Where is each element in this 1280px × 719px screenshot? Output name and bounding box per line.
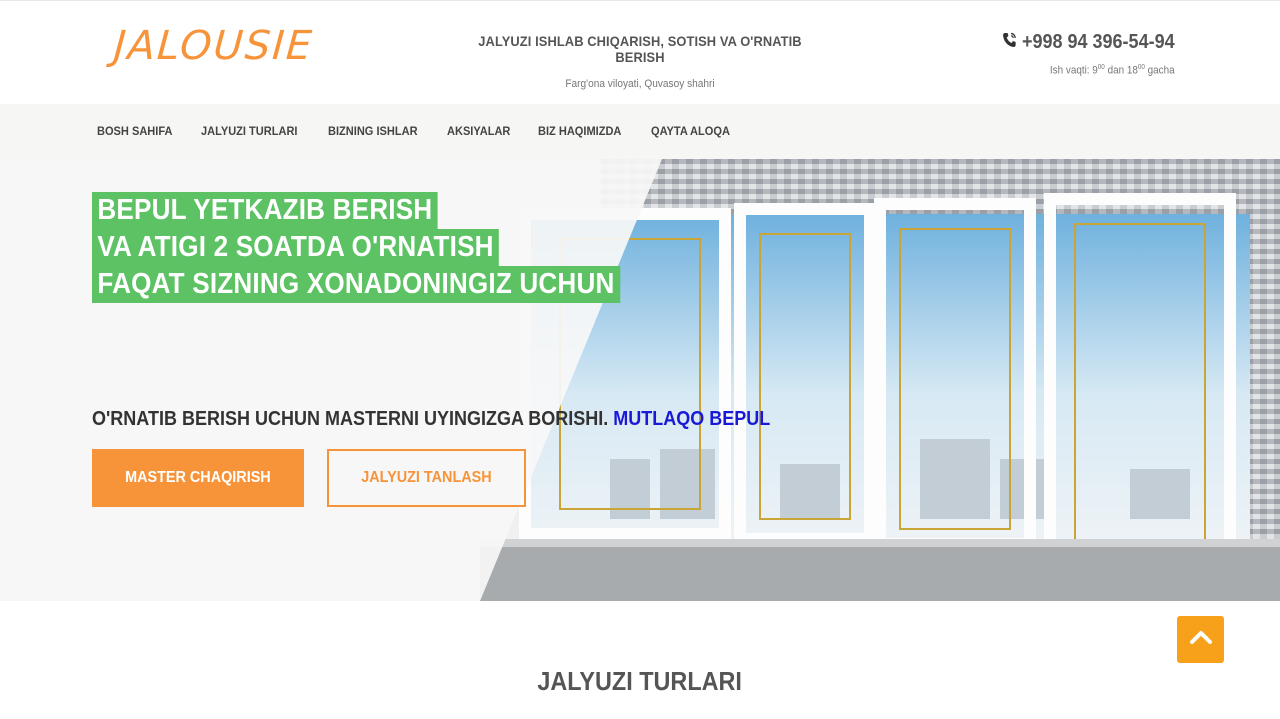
nav-item-qayta-aloqa[interactable]: QAYTA ALOQA [651,124,730,138]
nav-item-biz-haqimizda[interactable]: BIZ HAQIMIZDA [538,124,621,138]
working-hours: Ish vaqti: 900 dan 1800 gacha [1050,64,1175,77]
jalyuzi-tanlash-button[interactable]: JALYUZI TANLASH [327,449,526,507]
subline-accent: MUTLAQO BEPUL [613,408,771,430]
header-tagline: JALYUZI ISHLAB CHIQARISH, SOTISH VA O'RN… [440,33,840,90]
nav-item-jalyuzi-turlari[interactable]: JALYUZI TURLARI [201,124,298,138]
section-title-jalyuzi-turlari: JALYUZI TURLARI [537,666,743,696]
nav-item-bizning-ishlar[interactable]: BIZNING ISHLAR [328,124,418,138]
hero-banner: BEPUL YETKAZIB BERISH VA ATIGI 2 SOATDA … [0,159,1280,601]
phone-text: +998 94 396-54-94 [1022,31,1175,53]
hero-headline: BEPUL YETKAZIB BERISH VA ATIGI 2 SOATDA … [92,192,679,303]
phone-icon [1003,32,1017,53]
chevron-up-icon [1189,629,1213,650]
nav-item-bosh-sahifa[interactable]: BOSH SAHIFA [97,124,172,138]
headline-line-2: VA ATIGI 2 SOATDA O'RNATISH [92,229,500,266]
headline-line-1: BEPUL YETKAZIB BERISH [92,192,438,229]
master-chaqirish-label: MASTER CHAQIRISH [125,469,271,486]
headline-line-3: FAQAT SIZNING XONADONINGIZ UCHUN [92,266,620,303]
site-header: JALOUSIE JALYUZI ISHLAB CHIQARISH, SOTIS… [0,0,1280,104]
nav-item-aksiyalar[interactable]: AKSIYALAR [447,124,510,138]
scroll-to-top-button[interactable] [1177,616,1224,663]
hero-subline: O'RNATIB BERISH UCHUN MASTERNI UYINGIZGA… [92,408,770,431]
phone-number[interactable]: +998 94 396-54-94 [1003,31,1175,54]
jalyuzi-tanlash-label: JALYUZI TANLASH [361,469,492,486]
location-text: Farg'ona viloyati, Quvasoy shahri [565,78,715,90]
master-chaqirish-button[interactable]: MASTER CHAQIRISH [92,449,304,507]
tagline-text: JALYUZI ISHLAB CHIQARISH, SOTISH VA O'RN… [478,33,802,65]
main-nav: BOSH SAHIFA JALYUZI TURLARI BIZNING ISHL… [0,104,1280,159]
site-logo[interactable]: JALOUSIE [112,23,315,69]
header-contact: +998 94 396-54-94 Ish vaqti: 900 dan 180… [983,31,1175,77]
subline-text: O'RNATIB BERISH UCHUN MASTERNI UYINGIZGA… [92,408,609,430]
